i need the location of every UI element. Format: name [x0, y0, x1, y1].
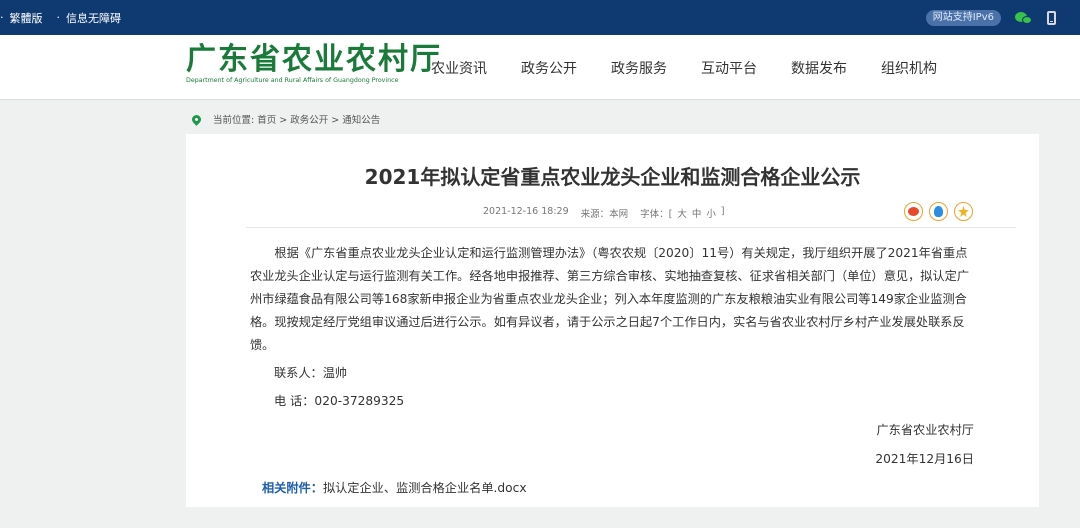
- bullet: ·: [0, 11, 4, 24]
- publish-datetime: 2021-12-16 18:29: [483, 206, 569, 217]
- qq-share-icon[interactable]: [929, 202, 948, 221]
- logo-subtitle: Department of Agriculture and Rural Affa…: [186, 77, 399, 84]
- nav-government-affairs[interactable]: 政务公开: [521, 58, 577, 78]
- font-size-large[interactable]: 大: [677, 206, 687, 220]
- nav-news[interactable]: 农业资讯: [431, 58, 487, 78]
- divider: [246, 227, 1016, 228]
- issuing-organization: 广东省农业农村厅: [876, 423, 975, 437]
- site-logo[interactable]: 广东省农业农村厅 Department of Agriculture and R…: [186, 44, 442, 85]
- font-size-control: 字体：[ 大 中 小 ]: [640, 206, 724, 220]
- issue-date: 2021年12月16日: [875, 452, 974, 466]
- article-panel: 2021年拟认定省重点农业龙头企业和监测合格企业公示 2021-12-16 18…: [186, 134, 1039, 507]
- font-size-label: 字体：[: [640, 209, 673, 220]
- nav-interaction[interactable]: 互动平台: [701, 58, 757, 78]
- font-size-medium[interactable]: 中: [692, 206, 702, 220]
- traditional-chinese-link[interactable]: 繁體版: [10, 10, 43, 26]
- accessibility-link[interactable]: 信息无障碍: [66, 10, 121, 26]
- contact-person: 联系人：温帅: [274, 366, 348, 380]
- breadcrumb-text[interactable]: 当前位置: 首页 > 政务公开 > 通知公告: [213, 112, 380, 126]
- mobile-icon[interactable]: [1047, 10, 1056, 25]
- article-body: 根据《广东省重点农业龙头企业认定和运行监测管理办法》（粤农农规〔2020〕11号…: [250, 242, 978, 500]
- article-meta: 2021-12-16 18:29 来源：本网 字体：[ 大 中 小 ]: [483, 206, 725, 220]
- attachment-label: 相关附件：: [262, 481, 323, 495]
- breadcrumb: 当前位置: 首页 > 政务公开 > 通知公告: [190, 111, 380, 127]
- favorite-star-icon[interactable]: [954, 202, 973, 221]
- site-header: 广东省农业农村厅 Department of Agriculture and R…: [0, 35, 1080, 100]
- weibo-share-icon[interactable]: [904, 202, 923, 221]
- bullet: ·: [56, 11, 61, 24]
- article-source: 来源：本网: [580, 209, 629, 220]
- font-size-close: ]: [720, 206, 725, 217]
- article-title: 2021年拟认定省重点农业龙头企业和监测合格企业公示: [364, 165, 861, 189]
- wechat-icon[interactable]: [1015, 11, 1033, 25]
- contact-phone: 电 话：020-37289325: [274, 394, 405, 408]
- nav-data[interactable]: 数据发布: [791, 58, 847, 78]
- nav-services[interactable]: 政务服务: [611, 58, 667, 78]
- logo-title: 广东省农业农村厅: [186, 42, 442, 77]
- attachment-link[interactable]: 拟认定企业、监测合格企业名单.docx: [323, 481, 527, 495]
- article-paragraph: 根据《广东省重点农业龙头企业认定和运行监测管理办法》（粤农农规〔2020〕11号…: [250, 246, 970, 352]
- nav-organization[interactable]: 组织机构: [881, 58, 937, 78]
- font-size-small[interactable]: 小: [706, 206, 716, 220]
- share-buttons: [904, 202, 973, 221]
- top-bar: · 繁體版 · 信息无障碍 网站支持IPv6: [0, 0, 1080, 35]
- location-pin-icon: [190, 112, 203, 126]
- main-nav: 农业资讯 政务公开 政务服务 互动平台 数据发布 组织机构: [431, 35, 971, 100]
- attachment-row: 相关附件：拟认定企业、监测合格企业名单.docx: [250, 477, 978, 500]
- ipv6-badge: 网站支持IPv6: [925, 9, 1001, 26]
